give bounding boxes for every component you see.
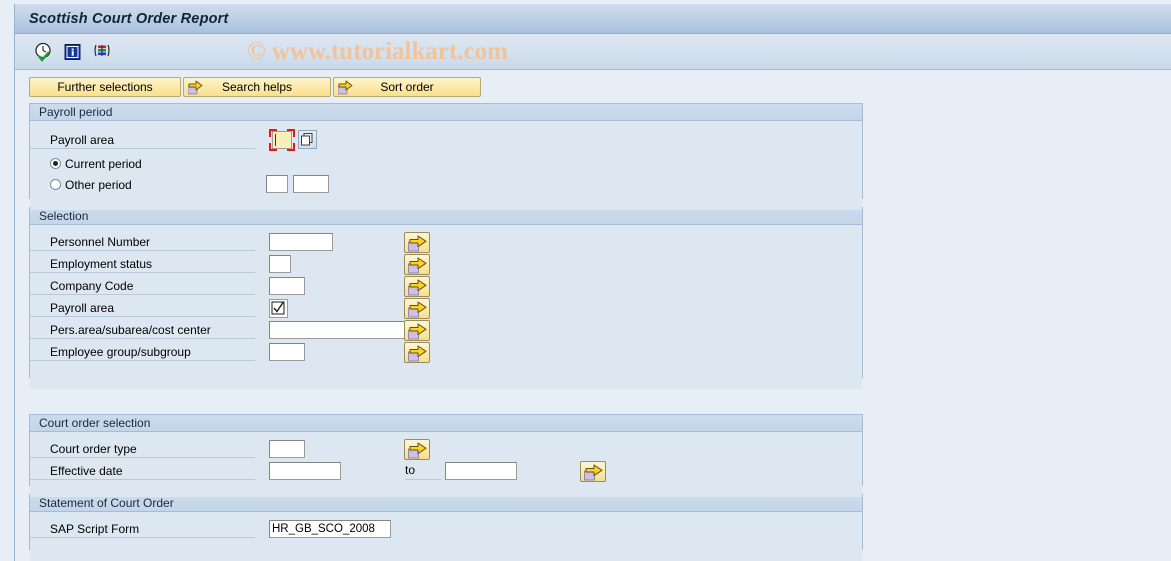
effective-date-label: Effective date xyxy=(30,463,255,480)
table-row: Payroll area xyxy=(30,297,862,319)
window-titlebar: Scottish Court Order Report xyxy=(15,4,1171,34)
pers-area-multiple-selection-button[interactable] xyxy=(404,320,430,341)
sap-script-form-row: SAP Script Form xyxy=(30,518,862,540)
payroll-area-value-help-button[interactable] xyxy=(298,130,317,149)
search-helps-button[interactable]: Search helps xyxy=(183,77,331,97)
employee-group-multiple-selection-button[interactable] xyxy=(404,342,430,363)
effective-date-from-input[interactable] xyxy=(269,462,341,480)
other-period-radio[interactable] xyxy=(50,179,61,190)
sap-script-form-input[interactable] xyxy=(269,520,391,538)
payroll-area-row: Payroll area xyxy=(30,127,862,153)
employment-status-multiple-selection-button[interactable] xyxy=(404,254,430,275)
statement-of-court-order-body: SAP Script Form xyxy=(30,512,862,561)
selection-panel: Selection Personnel Number Employment st… xyxy=(29,207,863,389)
other-period-input-1[interactable] xyxy=(266,175,288,193)
court-order-selection-header: Court order selection xyxy=(30,415,862,432)
statement-of-court-order-panel: Statement of Court Order SAP Script Form xyxy=(29,494,863,561)
further-selections-button[interactable]: Further selections xyxy=(29,77,181,97)
effective-date-to-label: to xyxy=(405,462,442,480)
page-title: Scottish Court Order Report xyxy=(29,10,229,27)
sap-script-form-label: SAP Script Form xyxy=(30,521,255,538)
application-window: Scottish Court Order Report © www.tutori… xyxy=(14,4,1171,561)
court-order-selection-panel: Court order selection Court order type E… xyxy=(29,414,863,497)
payroll-period-header: Payroll period xyxy=(30,104,862,121)
sort-order-label: Sort order xyxy=(380,80,434,94)
application-toolbar: © www.tutorialkart.com xyxy=(15,34,1171,70)
effective-date-multiple-selection-button[interactable] xyxy=(580,461,606,482)
payroll-area-checked-checkbox-icon[interactable] xyxy=(269,299,288,318)
payroll-area-selection-label: Payroll area xyxy=(30,300,255,317)
employee-group-subgroup-input[interactable] xyxy=(269,343,305,361)
court-order-type-input[interactable] xyxy=(269,440,305,458)
payroll-area-field-focus xyxy=(269,129,295,151)
pers-area-subarea-cost-center-label: Pers.area/subarea/cost center xyxy=(30,322,255,339)
table-row: Personnel Number xyxy=(30,231,862,253)
execute-clock-check-icon[interactable] xyxy=(33,41,55,63)
other-period-radio-row[interactable]: Other period xyxy=(30,174,862,195)
text-caret xyxy=(275,134,276,146)
table-row: Pers.area/subarea/cost center xyxy=(30,319,862,341)
current-period-radio-row[interactable]: Current period xyxy=(30,153,862,174)
table-row: Employment status xyxy=(30,253,862,275)
other-period-input-2[interactable] xyxy=(293,175,329,193)
pers-area-subarea-cost-center-input[interactable] xyxy=(269,321,405,339)
personnel-number-label: Personnel Number xyxy=(30,234,255,251)
further-selections-label: Further selections xyxy=(57,80,153,94)
effective-date-row: Effective date to xyxy=(30,460,862,482)
employee-group-subgroup-label: Employee group/subgroup xyxy=(30,344,255,361)
search-helps-label: Search helps xyxy=(221,80,293,94)
court-order-type-row: Court order type xyxy=(30,438,862,460)
payroll-area-input[interactable] xyxy=(272,131,292,149)
site-watermark: © www.tutorialkart.com xyxy=(247,37,508,65)
court-order-type-label: Court order type xyxy=(30,441,255,458)
other-period-label: Other period xyxy=(65,177,132,192)
arrow-right-icon xyxy=(187,80,204,98)
effective-date-to-input[interactable] xyxy=(445,462,517,480)
company-code-label: Company Code xyxy=(30,278,255,295)
payroll-area-multiple-selection-button[interactable] xyxy=(404,298,430,319)
information-icon[interactable] xyxy=(62,41,84,63)
court-order-type-multiple-selection-button[interactable] xyxy=(404,439,430,460)
employment-status-label: Employment status xyxy=(30,256,255,273)
table-row: Company Code xyxy=(30,275,862,297)
payroll-area-label: Payroll area xyxy=(30,132,255,149)
current-period-radio[interactable] xyxy=(50,158,61,169)
statement-of-court-order-header: Statement of Court Order xyxy=(30,495,862,512)
arrow-right-icon xyxy=(337,80,354,98)
selection-button-row: Further selections Search helps Sort ord… xyxy=(29,77,1171,97)
personnel-number-multiple-selection-button[interactable] xyxy=(404,232,430,253)
employment-status-input[interactable] xyxy=(269,255,291,273)
personnel-number-input[interactable] xyxy=(269,233,333,251)
court-order-selection-body: Court order type Effective date to xyxy=(30,432,862,497)
selection-body: Personnel Number Employment status Compa… xyxy=(30,225,862,389)
sort-order-button[interactable]: Sort order xyxy=(333,77,481,97)
company-code-multiple-selection-button[interactable] xyxy=(404,276,430,297)
selection-header: Selection xyxy=(30,208,862,225)
table-row: Employee group/subgroup xyxy=(30,341,862,363)
payroll-period-body: Payroll area Current period Other period xyxy=(30,121,862,210)
variants-icon[interactable] xyxy=(91,41,113,63)
current-period-label: Current period xyxy=(65,156,142,171)
company-code-input[interactable] xyxy=(269,277,305,295)
payroll-period-panel: Payroll period Payroll area Current peri… xyxy=(29,103,863,210)
